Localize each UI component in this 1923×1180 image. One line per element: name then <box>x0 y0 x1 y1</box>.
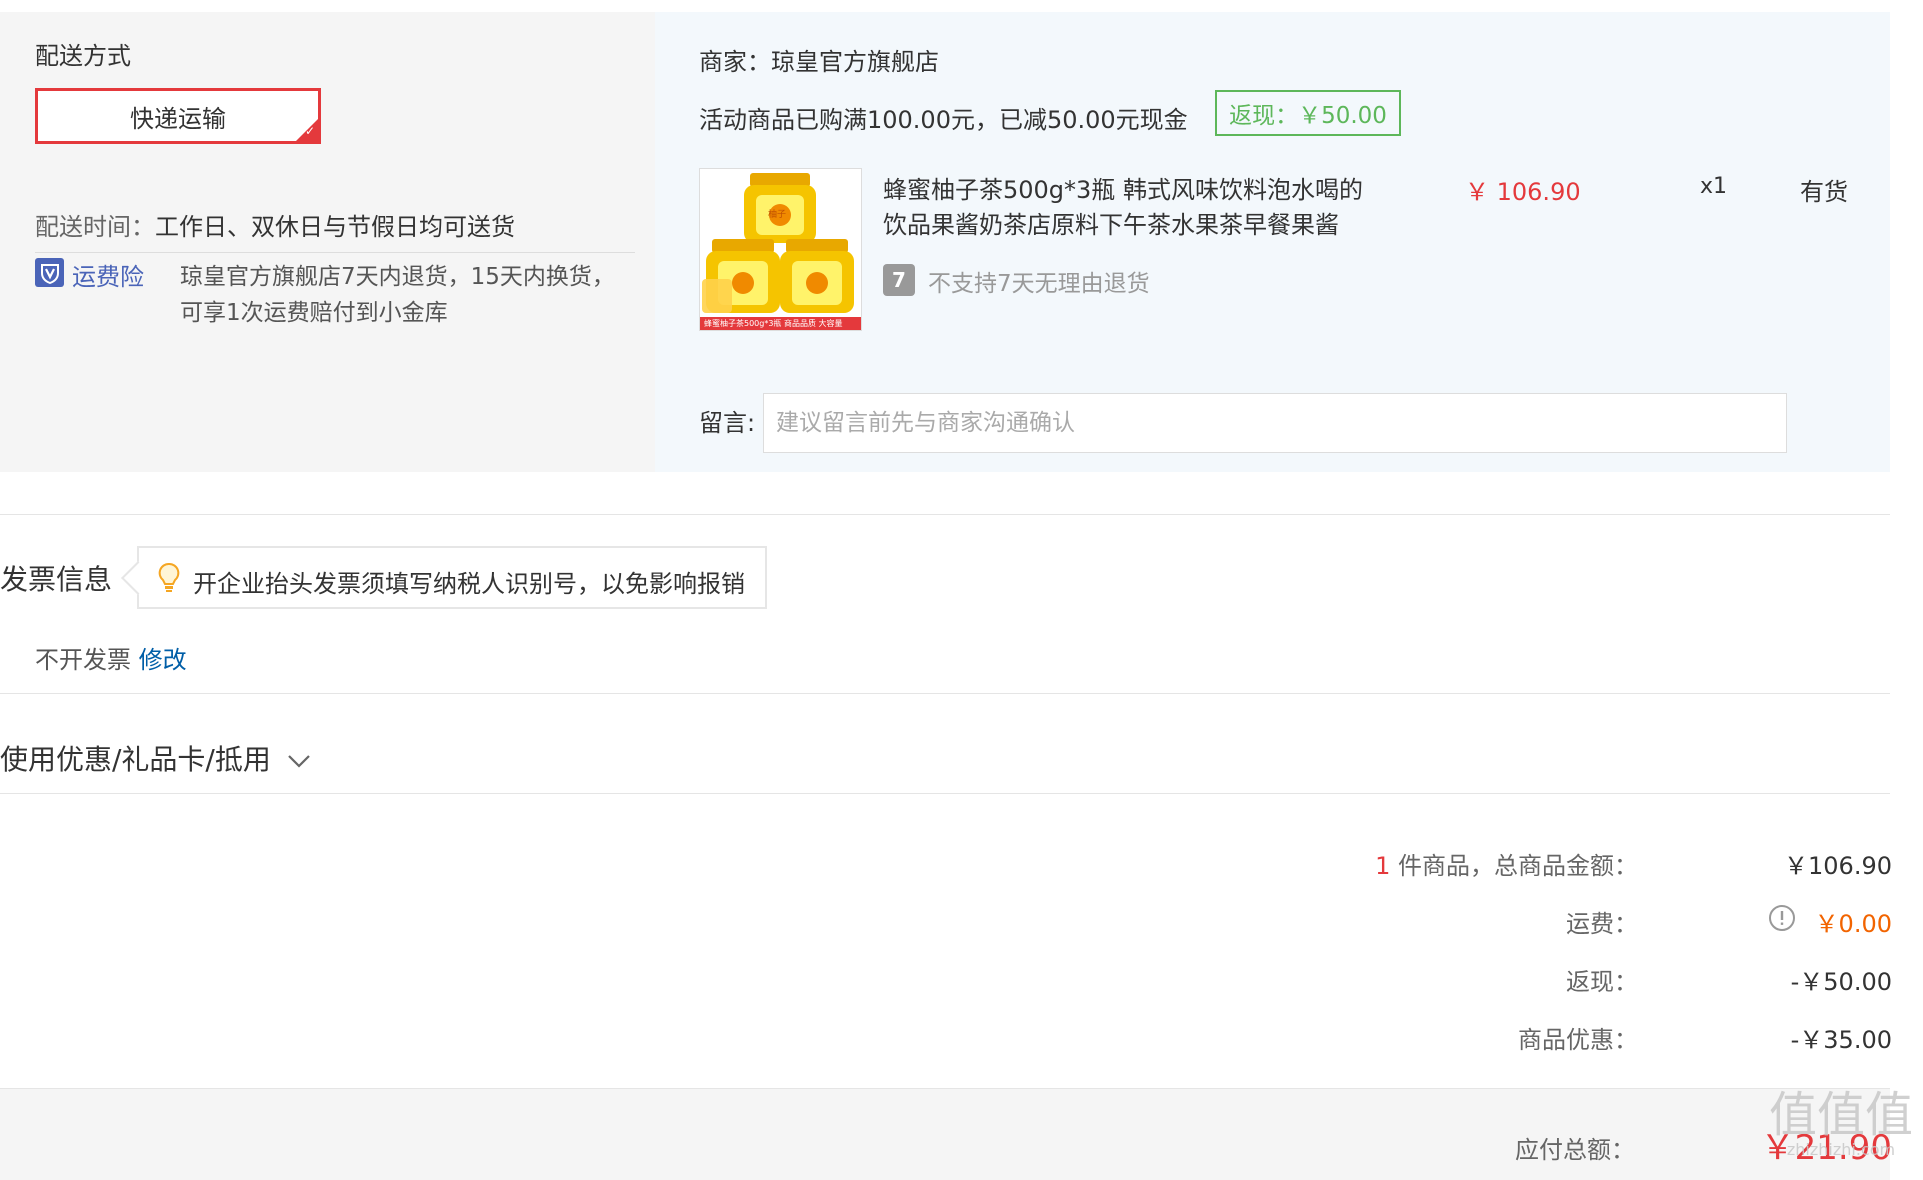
merchant-name: 琼皇官方旗舰店 <box>771 48 939 76</box>
express-delivery-label: 快递运输 <box>130 104 226 133</box>
lightbulb-icon <box>158 562 180 592</box>
shipping-insurance-label: 运费险 <box>72 263 144 291</box>
info-icon[interactable] <box>1768 904 1796 932</box>
insurance-desc-line2: 可享1次运费赔付到小金库 <box>180 300 448 326</box>
item-count: 1 <box>1375 852 1391 880</box>
message-input[interactable] <box>763 393 1787 453</box>
chevron-down-icon <box>288 755 310 768</box>
invoice-tip: 开企业抬头发票须填写纳税人识别号，以免影响报销 <box>121 546 767 609</box>
invoice-title: 发票信息 <box>0 563 113 596</box>
coupon-toggle[interactable]: 使用优惠/礼品卡/抵用 <box>0 738 312 778</box>
invoice-status: 不开发票 <box>35 646 131 674</box>
delivery-time-value: 工作日、双休日与节假日均可送货 <box>155 213 515 241</box>
coupon-title: 使用优惠/礼品卡/抵用 <box>0 743 271 776</box>
delivery-panel <box>0 12 655 472</box>
shipping-fee-value: ￥0.00 <box>1814 910 1892 938</box>
product-stock-status: 有货 <box>1800 178 1848 206</box>
delivery-divider <box>35 252 635 253</box>
watermark-sub: zhizhizhi.com <box>1786 1140 1896 1159</box>
cashback-label: 返现： <box>1566 968 1638 996</box>
product-price: ￥ 106.90 <box>1465 178 1581 206</box>
delivery-section-title: 配送方式 <box>35 42 131 70</box>
item-total-value: ￥106.90 <box>1784 852 1892 880</box>
product-discount-value: -￥35.00 <box>1790 1026 1892 1054</box>
return-policy-text: 不支持7天无理由退货 <box>928 271 1150 297</box>
invoice-edit-link[interactable]: 修改 <box>139 646 187 674</box>
insurance-desc-line1: 琼皇官方旗舰店7天内退货，15天内换货， <box>180 264 615 290</box>
delivery-time: 配送时间：工作日、双休日与节假日均可送货 <box>35 207 515 242</box>
cashback-tag-value: ￥50.00 <box>1298 103 1387 129</box>
tip-arrow <box>121 561 155 595</box>
product-image-caption: 蜂蜜柚子茶500g*3瓶 商品品质 大容量 <box>704 319 843 328</box>
shipping-fee-label: 运费： <box>1566 910 1638 938</box>
message-label: 留言: <box>699 409 756 437</box>
item-total-label-row: 1 件商品，总商品金额： <box>1375 846 1638 881</box>
payable-label: 应付总额： <box>1515 1136 1635 1164</box>
invoice-status-row: 不开发票 修改 <box>35 640 187 675</box>
item-total-label: 件商品，总商品金额： <box>1390 852 1638 880</box>
delivery-time-label: 配送时间： <box>35 213 155 241</box>
product-image[interactable]: 蜂蜜柚子茶500g*3瓶 商品品质 大容量 柚子 <box>699 168 862 331</box>
express-delivery-option[interactable]: 快递运输 <box>35 88 321 144</box>
selected-check-icon <box>296 119 318 141</box>
cashback-tag: 返现： ￥50.00 <box>1215 90 1401 136</box>
merchant-label: 商家： <box>699 48 771 76</box>
section-divider <box>0 793 1890 794</box>
merchant-info: 商家：琼皇官方旗舰店 <box>699 42 939 77</box>
product-jar-label: 柚子 <box>768 210 787 220</box>
section-divider <box>0 514 1890 515</box>
shield-icon <box>35 258 64 287</box>
no-return-icon: 7 <box>883 264 915 296</box>
product-quantity: x1 <box>1700 174 1728 199</box>
cashback-tag-label: 返现： <box>1229 103 1299 129</box>
product-title-line2[interactable]: 饮品果酱奶茶店原料下午茶水果茶早餐果酱 <box>883 205 1339 240</box>
cashback-value: -￥50.00 <box>1790 968 1892 996</box>
product-title-line1[interactable]: 蜂蜜柚子茶500g*3瓶 韩式风味饮料泡水喝的 <box>883 170 1363 205</box>
watermark-main: 值值值 <box>1768 1087 1913 1143</box>
watermark: 值值值 zhizhizhi.com <box>1769 1090 1913 1159</box>
promo-text: 活动商品已购满100.00元，已减50.00元现金 <box>699 106 1188 134</box>
invoice-tip-text: 开企业抬头发票须填写纳税人识别号，以免影响报销 <box>193 570 745 598</box>
section-divider <box>0 693 1890 694</box>
product-discount-label: 商品优惠： <box>1518 1026 1638 1054</box>
